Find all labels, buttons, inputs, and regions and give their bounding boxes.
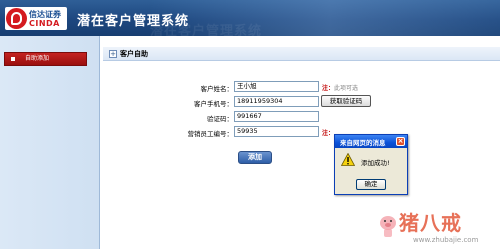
code-label: 验证码： [207, 115, 233, 123]
company-logo: 信达证券 CINDA [5, 7, 67, 30]
sidebar-item-label: 自助添加 [25, 55, 50, 62]
employee-note: 注： [322, 128, 334, 137]
site-watermark: 猪八戒 www.zhubajie.com [371, 203, 500, 249]
employee-label: 营销员工编号： [187, 130, 234, 138]
dialog-titlebar[interactable]: 来自网页的消息 × [335, 135, 407, 148]
app-header: 潜在客户管理系统 信达证券 CINDA 潜在客户管理系统 [0, 0, 500, 36]
dialog-message: 添加成功! [361, 159, 390, 167]
name-input[interactable]: 王小旭 [234, 81, 319, 92]
panel-title: 客户自助 [120, 50, 148, 58]
pig-mascot-icon [380, 216, 396, 237]
warning-icon [341, 153, 355, 166]
phone-input[interactable]: 18911959304 [234, 96, 319, 107]
alert-dialog: 来自网页的消息 × 添加成功! 确定 [334, 134, 408, 195]
dialog-title: 来自网页的消息 [340, 139, 386, 147]
panel-header: + 客户自助 [103, 47, 500, 61]
add-button[interactable]: 添加 [238, 151, 272, 164]
note-mark: 注： [322, 130, 335, 137]
bullet-icon [11, 57, 15, 61]
code-input[interactable]: 991667 [234, 111, 319, 122]
app-title: 潜在客户管理系统 [77, 14, 190, 29]
close-icon[interactable]: × [396, 137, 405, 146]
name-note: 注：此项可选 [322, 83, 358, 92]
sidebar-item-self-add[interactable]: 自助添加 [4, 52, 87, 66]
note-text: 此项可选 [334, 85, 359, 92]
cinda-logo-icon [6, 8, 27, 29]
employee-input[interactable]: 59935 [234, 126, 319, 137]
note-mark: 注： [322, 85, 335, 92]
sidebar: 自助添加 [0, 36, 100, 249]
get-code-button[interactable]: 获取验证码 [321, 95, 371, 107]
watermark-text: 猪八戒 [399, 211, 462, 235]
logo-english-name: CINDA [29, 19, 60, 28]
watermark-url: www.zhubajie.com [413, 236, 479, 244]
phone-label: 客户手机号： [194, 100, 233, 108]
ok-button[interactable]: 确定 [356, 179, 386, 190]
expand-icon[interactable]: + [109, 50, 117, 58]
name-label: 客户姓名： [200, 85, 234, 93]
